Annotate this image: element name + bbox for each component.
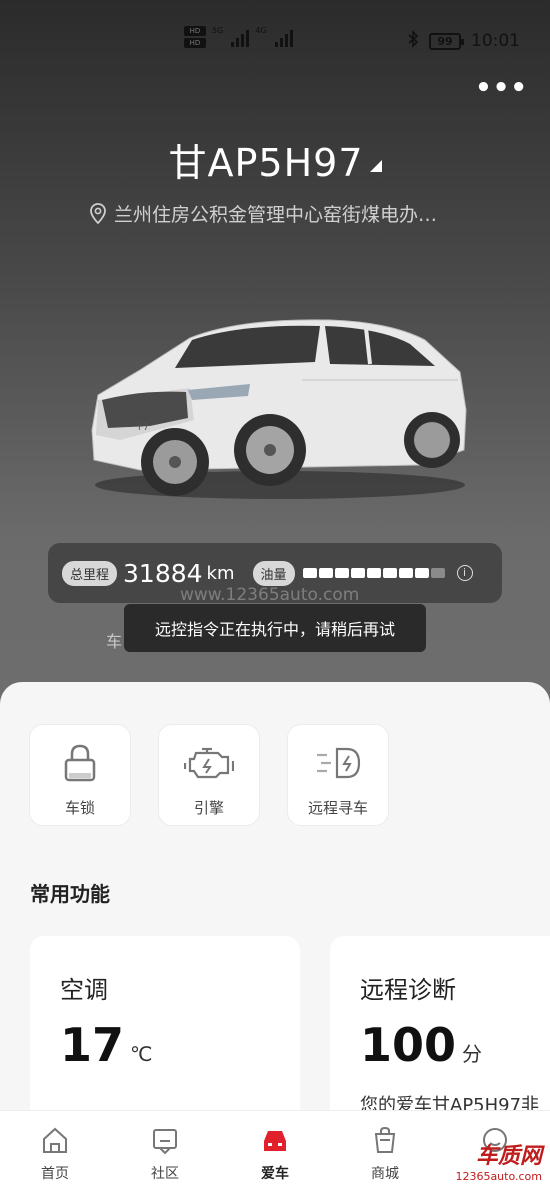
fuel-segment (318, 568, 333, 578)
watermark: www.12365auto.com (180, 585, 360, 605)
fuel-segment (430, 568, 445, 578)
community-icon (153, 1129, 177, 1155)
model-badge: F7 (138, 423, 149, 433)
tab-mall[interactable]: 商城 (330, 1111, 440, 1191)
engine-label: 引擎 (193, 799, 224, 817)
network-type: 5G (212, 26, 224, 35)
tab-label: 商城 (371, 1166, 399, 1182)
lock-control-button[interactable]: 车锁 (29, 724, 131, 826)
fuel-segment (350, 568, 365, 578)
brand-watermark-logo: 车质网 12365auto.com (455, 1138, 542, 1183)
location-text: 兰州住房公积金管理中心窑街煤电办… (114, 204, 438, 226)
card-title: 空调 (60, 976, 108, 1004)
brand-url: 12365auto.com (455, 1170, 542, 1183)
vehicle-location[interactable]: 兰州住房公积金管理中心窑街煤电办… (90, 200, 437, 227)
fuel-segment (398, 568, 413, 578)
plate-number: 甘AP5H97 (168, 141, 364, 185)
fuel-segment (366, 568, 381, 578)
mileage-value: 31884 (123, 558, 203, 588)
card-unit: ℃ (130, 1042, 153, 1066)
tab-home[interactable]: 首页 (0, 1111, 110, 1191)
plate-selector[interactable]: 甘AP5H97 (0, 132, 550, 187)
engine-control-button[interactable]: 引擎 (158, 724, 260, 826)
brand-name: 车质网 (475, 1144, 542, 1169)
temperature-value: 17 ℃ (60, 1018, 152, 1072)
card-value: 100 (360, 1018, 457, 1072)
network-type: 4G (255, 26, 267, 35)
location-pin-icon (90, 202, 106, 224)
hd-badge: HD (184, 26, 206, 36)
fuel-segment (414, 568, 429, 578)
status-text-partial: 车 (106, 632, 123, 651)
signal-icon (274, 27, 293, 47)
tab-label: 爱车 (261, 1166, 289, 1182)
hd-badge: HD (184, 38, 206, 48)
clock: 10:01 (471, 31, 520, 51)
status-bar: HD HD 5G 4G 99 10:01 (0, 0, 550, 80)
fuel-segment (334, 568, 349, 578)
engine-icon (183, 747, 235, 779)
mall-icon (374, 1126, 396, 1153)
tab-label: 首页 (41, 1166, 69, 1182)
card-value: 17 (60, 1018, 125, 1072)
caret-down-icon (369, 160, 382, 172)
mileage-unit: km (206, 562, 235, 584)
lock-icon (64, 744, 96, 782)
network-indicators: HD HD 5G 4G (184, 26, 293, 48)
home-icon (43, 1127, 67, 1153)
mileage-label: 总里程 (62, 560, 118, 586)
diagnosis-score: 100 分 (360, 1018, 482, 1072)
lock-label: 车锁 (64, 799, 95, 817)
fuel-segment (382, 568, 397, 578)
signal-icon (231, 27, 250, 47)
tab-community[interactable]: 社区 (110, 1111, 220, 1191)
section-title: 常用功能 (30, 882, 110, 906)
fuel-label: 油量 (252, 560, 295, 586)
toast-message: 远控指令正在执行中，请稍后再试 (124, 604, 426, 652)
fuel-level-bar (302, 568, 445, 578)
card-unit: 分 (462, 1042, 483, 1066)
car-icon (264, 1131, 286, 1151)
bluetooth-icon (407, 30, 419, 52)
info-icon[interactable]: i (456, 565, 473, 581)
tab-label: 社区 (151, 1166, 179, 1182)
tab-my-car[interactable]: 爱车 (220, 1111, 330, 1191)
air-conditioner-card[interactable]: 空调 17 ℃ (30, 936, 300, 1136)
more-menu-button[interactable]: ••• (475, 75, 528, 101)
find-car-label: 远程寻车 (307, 799, 368, 817)
find-car-control-button[interactable]: 远程寻车 (287, 724, 389, 826)
fuel-segment (302, 568, 317, 578)
find-car-icon (317, 747, 361, 779)
card-title: 远程诊断 (360, 976, 456, 1004)
remote-diagnosis-card[interactable]: 远程诊断 100 分 您的爱车甘AP5H97非 (330, 936, 550, 1136)
car-image: F7 (80, 300, 480, 510)
battery-indicator: 99 (429, 32, 464, 50)
